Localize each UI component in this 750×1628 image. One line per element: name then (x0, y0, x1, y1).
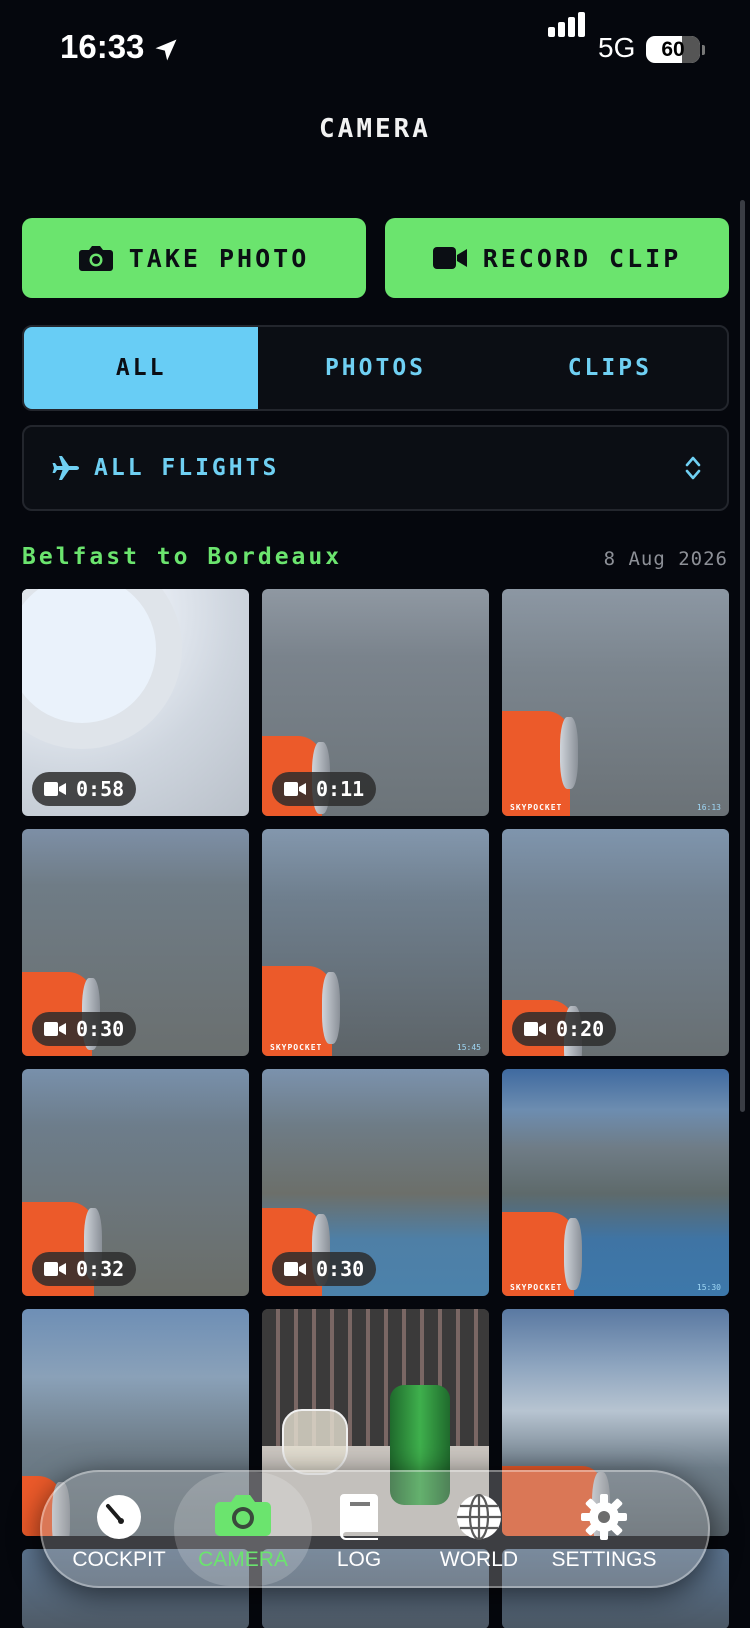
media-tile[interactable]: SKYPOCKET 15:30 (502, 1069, 729, 1296)
photo-watermark: SKYPOCKET (270, 1043, 323, 1052)
scroll-indicator[interactable] (740, 200, 745, 1112)
flight-filter-label: ALL FLIGHTS (94, 455, 280, 481)
clip-duration-badge: 0:30 (272, 1252, 377, 1286)
video-camera-icon (44, 1262, 66, 1276)
video-camera-icon (284, 782, 306, 796)
media-tile[interactable]: SKYPOCKET 16:13 (502, 589, 729, 816)
clip-duration-badge: 0:30 (32, 1012, 137, 1046)
clip-duration-badge: 0:58 (32, 772, 137, 806)
media-tile[interactable]: 0:11 (262, 589, 489, 816)
clip-duration: 0:32 (76, 1257, 125, 1281)
tab-camera-label: CAMERA (198, 1548, 288, 1571)
tab-all[interactable]: ALL (24, 327, 259, 409)
take-photo-label: TAKE PHOTO (128, 243, 310, 273)
tab-clips[interactable]: CLIPS (493, 327, 727, 409)
media-tile[interactable]: SKYPOCKET 15:45 (262, 829, 489, 1056)
camera-icon (78, 246, 113, 271)
tab-log[interactable]: LOG (294, 1472, 424, 1586)
record-clip-button[interactable]: RECORD CLIP (385, 218, 729, 298)
tab-cockpit-label: COCKPIT (72, 1548, 166, 1571)
tab-log-label: LOG (336, 1548, 382, 1571)
book-icon (340, 1494, 378, 1540)
tab-world-label: WORLD (439, 1548, 519, 1571)
flight-filter-select[interactable]: ALL FLIGHTS (22, 425, 729, 511)
clip-duration: 0:30 (76, 1017, 125, 1041)
camera-icon (215, 1495, 271, 1536)
photo-timestamp: 15:30 (696, 1283, 721, 1292)
globe-icon (457, 1494, 501, 1540)
video-camera-icon (432, 247, 467, 269)
clip-duration: 0:11 (316, 777, 365, 801)
clip-duration-badge: 0:11 (272, 772, 377, 806)
tab-settings-label: SETTINGS (551, 1548, 657, 1571)
take-photo-button[interactable]: TAKE PHOTO (22, 218, 366, 298)
network-type: 5G (598, 32, 636, 63)
video-camera-icon (524, 1022, 546, 1036)
media-tile[interactable]: 0:30 (22, 829, 249, 1056)
clip-duration: 0:58 (76, 777, 125, 801)
photo-timestamp: 15:45 (456, 1043, 481, 1052)
flight-section-title: Belfast to Bordeaux (22, 544, 343, 570)
photo-watermark: SKYPOCKET (510, 803, 563, 812)
gear-icon (581, 1494, 627, 1540)
chevron-up-down-icon (685, 456, 701, 480)
page-title: CAMERA (319, 114, 431, 144)
tab-photos[interactable]: PHOTOS (258, 327, 492, 409)
flight-section-date: 8 Aug 2026 (603, 548, 728, 570)
photo-watermark: SKYPOCKET (510, 1283, 563, 1292)
airplane-icon (52, 456, 79, 480)
media-tile[interactable]: 0:30 (262, 1069, 489, 1296)
clip-duration-badge: 0:20 (512, 1012, 617, 1046)
status-time: 16:33 (60, 28, 145, 65)
clip-duration-badge: 0:32 (32, 1252, 137, 1286)
media-tile[interactable]: 0:32 (22, 1069, 249, 1296)
video-camera-icon (44, 1022, 66, 1036)
photo-timestamp: 16:13 (696, 803, 721, 812)
video-camera-icon (44, 782, 66, 796)
clip-duration: 0:20 (556, 1017, 605, 1041)
record-clip-label: RECORD CLIP (482, 243, 682, 273)
media-tile[interactable]: 0:20 (502, 829, 729, 1056)
status-bar: 16:33 5G 60 (0, 0, 750, 100)
tab-camera[interactable]: CAMERA (174, 1472, 312, 1586)
location-arrow-icon (155, 39, 177, 61)
battery-level: 60 (661, 38, 685, 61)
gauge-icon (97, 1495, 141, 1539)
battery-nub (702, 45, 705, 55)
tab-settings[interactable]: SETTINGS (534, 1472, 674, 1586)
bottom-tab-bar: COCKPIT CAMERA LOG WORLD SETTINGS (40, 1470, 710, 1588)
clip-duration: 0:30 (316, 1257, 365, 1281)
media-tile[interactable]: 0:58 (22, 589, 249, 816)
video-camera-icon (284, 1262, 306, 1276)
battery-icon: 60 (646, 36, 700, 63)
media-type-filter: ALL PHOTOS CLIPS (22, 325, 729, 411)
tab-world[interactable]: WORLD (414, 1472, 544, 1586)
tab-cockpit[interactable]: COCKPIT (54, 1472, 184, 1586)
